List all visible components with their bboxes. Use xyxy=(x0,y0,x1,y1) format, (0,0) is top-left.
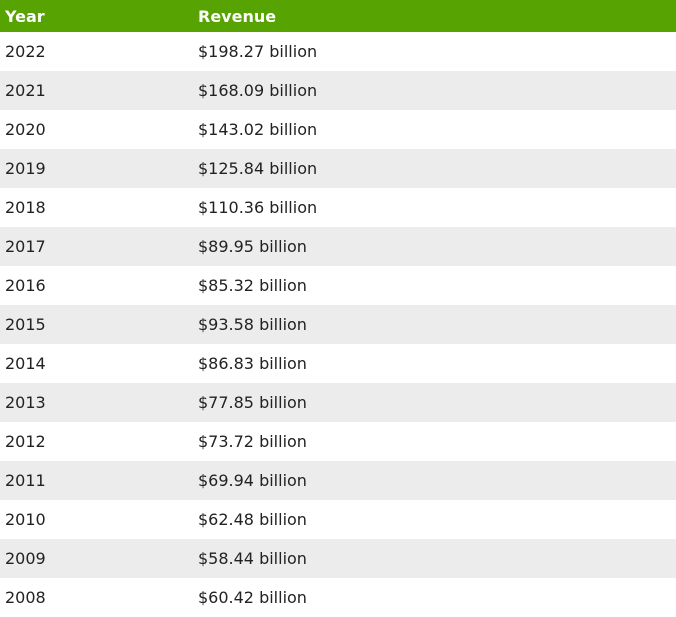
year-cell: 2011 xyxy=(5,471,46,490)
revenue-cell: $93.58 billion xyxy=(198,315,307,334)
revenue-cell: $60.42 billion xyxy=(198,588,307,607)
table-row: 2011 $69.94 billion xyxy=(0,461,676,500)
table-row: 2009 $58.44 billion xyxy=(0,539,676,578)
column-header-revenue: Revenue xyxy=(198,6,277,26)
revenue-cell: $85.32 billion xyxy=(198,276,307,295)
table-row: 2020 $143.02 billion xyxy=(0,110,676,149)
year-cell: 2017 xyxy=(5,237,46,256)
table-row: 2014 $86.83 billion xyxy=(0,344,676,383)
year-cell: 2010 xyxy=(5,510,46,529)
revenue-cell: $86.83 billion xyxy=(198,354,307,373)
revenue-cell: $73.72 billion xyxy=(198,432,307,451)
year-cell: 2019 xyxy=(5,159,46,178)
year-cell: 2009 xyxy=(5,549,46,568)
table-row: 2012 $73.72 billion xyxy=(0,422,676,461)
column-header-year: Year xyxy=(5,6,45,26)
table-row: 2008 $60.42 billion xyxy=(0,578,676,617)
revenue-table: Year Revenue 2022 $198.27 billion 2021 $… xyxy=(0,0,676,617)
year-cell: 2014 xyxy=(5,354,46,373)
header-row: Year Revenue xyxy=(0,0,676,32)
table-row: 2019 $125.84 billion xyxy=(0,149,676,188)
revenue-cell: $143.02 billion xyxy=(198,120,318,139)
year-cell: 2008 xyxy=(5,588,46,607)
table-row: 2013 $77.85 billion xyxy=(0,383,676,422)
revenue-cell: $125.84 billion xyxy=(198,159,318,178)
year-cell: 2022 xyxy=(5,42,46,61)
revenue-cell: $198.27 billion xyxy=(198,42,318,61)
table-row: 2022 $198.27 billion xyxy=(0,32,676,71)
year-cell: 2013 xyxy=(5,393,46,412)
year-cell: 2012 xyxy=(5,432,46,451)
year-cell: 2018 xyxy=(5,198,46,217)
table-row: 2018 $110.36 billion xyxy=(0,188,676,227)
year-cell: 2021 xyxy=(5,81,46,100)
revenue-cell: $69.94 billion xyxy=(198,471,307,490)
table-row: 2010 $62.48 billion xyxy=(0,500,676,539)
table-row: 2021 $168.09 billion xyxy=(0,71,676,110)
revenue-cell: $110.36 billion xyxy=(198,198,318,217)
revenue-cell: $58.44 billion xyxy=(198,549,307,568)
revenue-cell: $89.95 billion xyxy=(198,237,307,256)
year-cell: 2016 xyxy=(5,276,46,295)
table-header: Year Revenue xyxy=(0,0,676,32)
table-body: 2022 $198.27 billion 2021 $168.09 billio… xyxy=(0,32,676,617)
table-row: 2016 $85.32 billion xyxy=(0,266,676,305)
year-cell: 2020 xyxy=(5,120,46,139)
revenue-cell: $168.09 billion xyxy=(198,81,318,100)
revenue-cell: $62.48 billion xyxy=(198,510,307,529)
table-row: 2015 $93.58 billion xyxy=(0,305,676,344)
table-row: 2017 $89.95 billion xyxy=(0,227,676,266)
year-cell: 2015 xyxy=(5,315,46,334)
revenue-cell: $77.85 billion xyxy=(198,393,307,412)
